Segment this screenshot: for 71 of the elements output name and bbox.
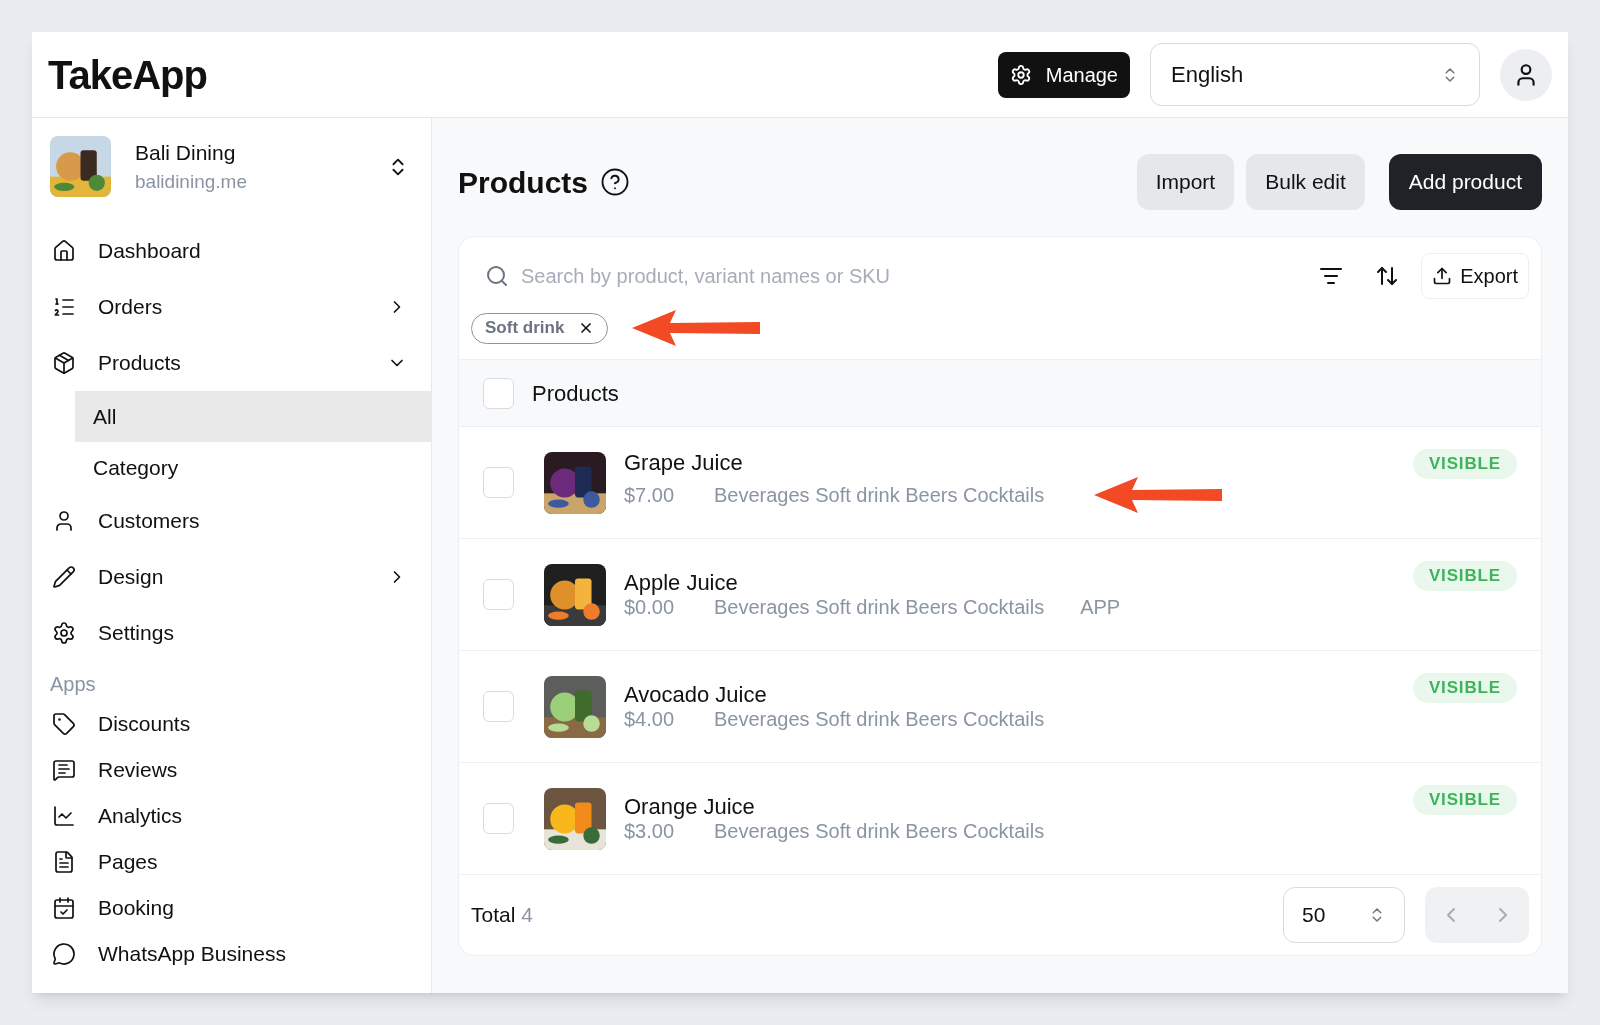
sort-icon[interactable] — [1375, 264, 1400, 288]
product-name: Orange Juice — [624, 794, 756, 819]
nav-item[interactable]: Analytics — [32, 793, 431, 839]
product-name: Apple Juice — [624, 570, 739, 595]
gear-icon — [52, 621, 76, 645]
nav-item[interactable]: Discounts — [32, 701, 431, 747]
nav-item[interactable]: Design — [32, 549, 431, 605]
checkbox[interactable] — [483, 691, 514, 722]
tag-icon — [52, 712, 76, 736]
product-categories: Beverages Soft drink Beers Cocktails — [714, 594, 1045, 619]
help-icon[interactable] — [600, 167, 631, 197]
search-field[interactable]: Search by product, variant names or SKU — [521, 261, 1320, 291]
language-select[interactable]: English — [1150, 43, 1480, 106]
secondary-button[interactable]: Bulk edit — [1246, 154, 1365, 210]
status-badge: VISIBLE — [1412, 561, 1517, 591]
product-row[interactable]: Orange Juice $3.00 Beverages Soft drink Beers Cocktails VISIBLE — [459, 763, 1541, 875]
logo: TakeApp — [48, 51, 207, 99]
checkbox[interactable] — [483, 803, 514, 834]
status-badge: VISIBLE — [1412, 673, 1517, 703]
status-badge: VISIBLE — [1412, 785, 1517, 815]
store-domain: balidining.me — [135, 170, 247, 194]
nav-item[interactable]: Booking — [32, 885, 431, 931]
product-categories: Beverages Soft drink Beers Cocktails — [714, 482, 1045, 507]
manage-button[interactable]: Manage — [997, 51, 1130, 98]
product-price: $4.00 — [624, 706, 676, 731]
nav-item[interactable]: Products — [32, 335, 431, 391]
product-price: $3.00 — [624, 819, 676, 843]
nav-item[interactable]: Orders — [32, 279, 431, 335]
secondary-button[interactable]: Import — [1136, 154, 1235, 210]
export-button[interactable]: Export — [1421, 253, 1529, 299]
gear-icon — [1009, 63, 1032, 86]
list-icon — [52, 295, 76, 319]
pen-icon — [52, 565, 76, 589]
chart-icon — [52, 804, 76, 828]
product-name: Grape Juice — [624, 450, 744, 475]
product-price: $0.00 — [624, 595, 676, 619]
nav-subitem[interactable]: Category — [75, 442, 431, 493]
page-title: Products — [458, 164, 589, 201]
page-size-select[interactable]: 50 — [1283, 887, 1405, 943]
box-icon — [52, 351, 76, 375]
chat-icon — [52, 942, 76, 966]
nav-item[interactable]: Reviews — [32, 747, 431, 793]
product-row[interactable]: Apple Juice $0.00 Beverages Soft drink Beers Cocktails APP VISIBLE — [459, 539, 1541, 651]
nav-item[interactable]: Settings — [32, 605, 431, 661]
calendar-icon — [52, 896, 76, 920]
product-categories: Beverages Soft drink Beers Cocktails — [714, 706, 1045, 731]
upload-icon — [1432, 266, 1453, 286]
message-icon — [52, 758, 76, 782]
product-channel: APP — [1080, 594, 1121, 619]
column-header: Products — [532, 379, 619, 408]
status-badge: VISIBLE — [1412, 449, 1517, 479]
product-price: $7.00 — [624, 482, 676, 507]
total-count: Total 4 — [471, 902, 533, 929]
product-row[interactable]: Avocado Juice $4.00 Beverages Soft drink Beers Cocktails VISIBLE — [459, 651, 1541, 763]
nav-item[interactable]: Customers — [32, 493, 431, 549]
checkbox[interactable] — [483, 467, 514, 498]
product-row[interactable]: Grape Juice $7.00 Beverages Soft drink Beers Cocktails VISIBLE — [459, 427, 1541, 539]
nav-item[interactable]: Pages — [32, 839, 431, 885]
search-icon — [485, 264, 509, 288]
nav-subitem[interactable]: All — [75, 391, 431, 442]
product-categories: Beverages Soft drink Beers Cocktails — [714, 818, 1045, 843]
section-heading: Apps — [49, 672, 97, 697]
document-icon — [52, 850, 76, 874]
checkbox[interactable] — [483, 579, 514, 610]
add-product-button[interactable]: Add product — [1388, 154, 1542, 210]
product-name: Avocado Juice — [624, 682, 768, 707]
store-name: Bali Dining — [135, 139, 237, 166]
nav-item[interactable]: WhatsApp Business — [32, 931, 431, 977]
house-icon — [52, 239, 76, 263]
nav-item[interactable]: Dashboard — [32, 223, 431, 279]
checkbox[interactable] — [483, 377, 514, 409]
